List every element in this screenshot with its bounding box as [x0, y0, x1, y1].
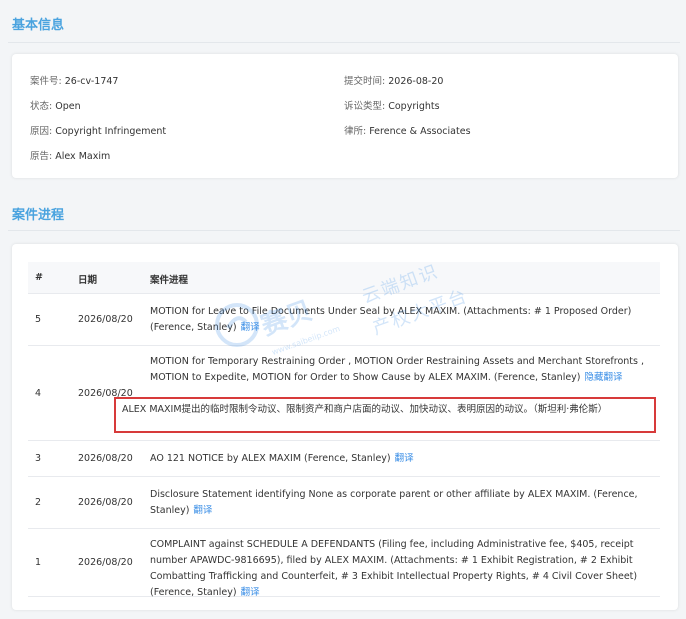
progress-table-header: # 日期 案件进程: [28, 262, 660, 294]
status-value: Open: [55, 101, 81, 112]
translate-link[interactable]: 翻译: [241, 587, 260, 598]
plaintiff-label: 原告:: [30, 151, 56, 162]
progress-title: 案件进程: [12, 208, 65, 223]
row-text: MOTION for Temporary Restraining Order ,…: [150, 354, 650, 386]
translation-highlight-box: ALEX MAXIM提出的临时限制令动议、限制资产和商户店面的动议、加快动议、表…: [114, 397, 656, 433]
suit-type-field: 诉讼类型: Copyrights: [344, 98, 440, 112]
hide-translation-link[interactable]: 隐藏翻译: [585, 372, 623, 383]
plaintiff-value: Alex Maxim: [55, 151, 111, 162]
plaintiff-field: 原告: Alex Maxim: [30, 148, 110, 162]
table-row: 1 2026/08/20 COMPLAINT against SCHEDULE …: [28, 529, 660, 598]
translate-link[interactable]: 翻译: [193, 505, 212, 516]
law-firm-label: 律所:: [344, 126, 370, 137]
basic-info-title: 基本信息: [12, 18, 65, 33]
row-text-content: COMPLAINT against SCHEDULE A DEFENDANTS …: [150, 539, 638, 598]
header-num: #: [35, 272, 43, 283]
row-date: 2026/08/20: [78, 557, 133, 568]
row-num: 1: [35, 557, 42, 568]
row-text-content: AO 121 NOTICE by ALEX MAXIM (Ference, St…: [150, 453, 391, 464]
row-date: 2026/08/20: [78, 314, 133, 325]
law-firm-value: Ference & Associates: [369, 126, 471, 137]
row-text-content: MOTION for Leave to File Documents Under…: [150, 306, 632, 333]
row-num: 3: [35, 453, 42, 464]
basic-info-divider: [8, 42, 680, 43]
page: 基本信息 案件号: 26-cv-1747 提交时间: 2026-08-20 状态…: [0, 0, 686, 619]
cause-value: Copyright Infringement: [55, 126, 167, 137]
case-number-value: 26-cv-1747: [64, 76, 119, 87]
row-text: COMPLAINT against SCHEDULE A DEFENDANTS …: [150, 537, 650, 601]
row-text: MOTION for Leave to File Documents Under…: [150, 304, 650, 336]
translate-link[interactable]: 翻译: [395, 453, 414, 464]
table-row: 3 2026/08/20 AO 121 NOTICE by ALEX MAXIM…: [28, 441, 660, 477]
status-label: 状态:: [30, 101, 56, 112]
row-text: Disclosure Statement identifying None as…: [150, 487, 650, 519]
progress-divider: [8, 230, 680, 231]
row-num: 2: [35, 497, 42, 508]
table-row: 5 2026/08/20 MOTION for Leave to File Do…: [28, 294, 660, 346]
row-num: 5: [35, 314, 42, 325]
row-text-content: Disclosure Statement identifying None as…: [150, 489, 638, 516]
law-firm-field: 律所: Ference & Associates: [344, 123, 471, 137]
suit-type-label: 诉讼类型:: [344, 101, 389, 112]
row-date: 2026/08/20: [78, 497, 133, 508]
case-number-label: 案件号:: [30, 76, 65, 87]
header-progress: 案件进程: [150, 275, 189, 286]
translation-text: ALEX MAXIM提出的临时限制令动议、限制资产和商户店面的动议、加快动议、表…: [122, 404, 608, 415]
cause-label: 原因:: [30, 126, 56, 137]
row-num: 4: [35, 388, 42, 399]
status-field: 状态: Open: [30, 98, 81, 112]
translate-link[interactable]: 翻译: [241, 322, 260, 333]
table-row: 2 2026/08/20 Disclosure Statement identi…: [28, 477, 660, 529]
header-date: 日期: [78, 275, 98, 286]
submit-time-value: 2026-08-20: [388, 76, 444, 87]
row-text: AO 121 NOTICE by ALEX MAXIM (Ference, St…: [150, 451, 650, 467]
row-date: 2026/08/20: [78, 453, 133, 464]
case-number-field: 案件号: 26-cv-1747: [30, 73, 118, 87]
suit-type-value: Copyrights: [388, 101, 440, 112]
submit-time-field: 提交时间: 2026-08-20: [344, 73, 443, 87]
basic-info-card: 案件号: 26-cv-1747 提交时间: 2026-08-20 状态: Ope…: [12, 54, 678, 178]
row-text-content: MOTION for Temporary Restraining Order ,…: [150, 356, 645, 383]
submit-time-label: 提交时间:: [344, 76, 389, 87]
cause-field: 原因: Copyright Infringement: [30, 123, 166, 137]
